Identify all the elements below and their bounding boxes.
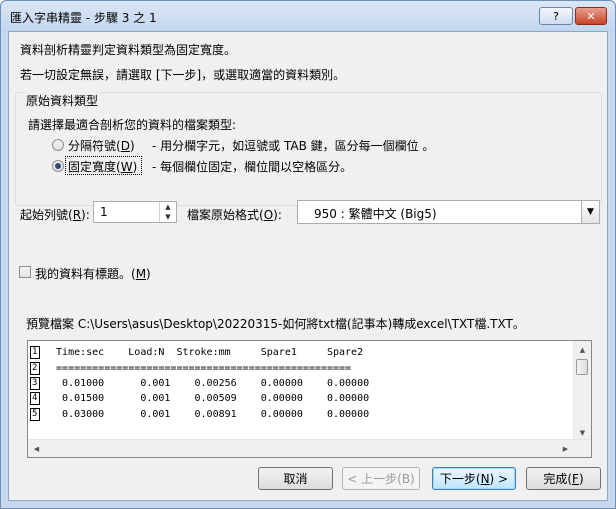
title-bar[interactable]: 匯入字串精靈 - 步驟 3 之 1 ? ✕ <box>1 1 615 31</box>
preview-row: 2 ======================================… <box>30 362 352 375</box>
finish-button[interactable]: 完成(F) <box>526 467 601 490</box>
group-label: 原始資料類型 <box>24 92 101 109</box>
preview-row: 3 0.01000 0.001 0.00256 0.00000 0.00000 <box>30 377 370 390</box>
cancel-button[interactable]: 取消 <box>258 467 333 490</box>
preview-pane[interactable]: 1 Time:sec Load:N Stroke:mm Spare1 Spare… <box>27 340 592 458</box>
file-origin-value: 950 : 繁體中文 (Big5) <box>314 207 437 221</box>
close-button[interactable]: ✕ <box>575 7 607 25</box>
file-type-prompt: 請選擇最適合剖析您的資料的檔案類型: <box>28 118 237 132</box>
fixed-width-description: - 每個欄位固定，欄位間以空格區分。 <box>152 160 353 174</box>
preview-label: 預覽檔案 C:\Users\asus\Desktop\20220315-如何將t… <box>26 317 525 331</box>
start-row-value: 1 <box>100 205 108 219</box>
start-row-label: 起始列號(R): <box>20 208 90 222</box>
window-title: 匯入字串精靈 - 步驟 3 之 1 <box>10 11 157 25</box>
close-icon: ✕ <box>586 9 596 23</box>
preview-row: 4 0.01500 0.001 0.00509 0.00000 0.00000 <box>30 392 370 405</box>
help-icon: ? <box>553 9 559 23</box>
vertical-scroll-thumb[interactable] <box>576 359 588 375</box>
intro-line-1: 資料剖析精靈判定資料類型為固定寬度。 <box>20 43 237 57</box>
import-wizard-window: 匯入字串精靈 - 步驟 3 之 1 ? ✕ 資料剖析精靈判定資料類型為固定寬度。… <box>0 0 616 509</box>
horizontal-scrollbar[interactable]: ◀ ▶ <box>28 439 591 457</box>
scroll-left-icon[interactable]: ◀ <box>28 440 45 457</box>
dialog-client-area: 資料剖析精靈判定資料類型為固定寬度。 若一切設定無誤，請選取 [下一步]，或選取… <box>8 31 608 501</box>
next-button[interactable]: 下一步(N) > <box>432 467 516 490</box>
help-button[interactable]: ? <box>539 7 573 25</box>
delimited-label[interactable]: 分隔符號(D) <box>68 137 135 154</box>
original-data-type-group: 原始資料類型 請選擇最適合剖析您的資料的檔案類型: 分隔符號(D) - 用分欄字… <box>15 92 602 206</box>
back-button[interactable]: < 上一步(B) <box>342 467 420 490</box>
intro-line-2: 若一切設定無誤，請選取 [下一步]，或選取適當的資料類別。 <box>20 68 346 82</box>
preview-row: 1 Time:sec Load:N Stroke:mm Spare1 Spare… <box>30 346 364 359</box>
file-origin-select[interactable]: 950 : 繁體中文 (Big5) ▼ <box>297 200 600 224</box>
preview-row: 5 0.03000 0.001 0.00891 0.00000 0.00000 <box>30 408 370 421</box>
chevron-down-icon[interactable]: ▼ <box>581 201 599 223</box>
headers-checkbox[interactable] <box>19 266 31 278</box>
scroll-up-icon[interactable]: ▲ <box>574 341 591 358</box>
start-row-stepper[interactable]: 1 ▲ ▼ <box>93 201 177 223</box>
file-origin-label: 檔案原始格式(O): <box>187 208 282 222</box>
fixed-width-label[interactable]: 固定寬度(W) <box>68 158 137 175</box>
stepper-down-icon[interactable]: ▼ <box>160 212 176 222</box>
vertical-scrollbar[interactable]: ▲ ▼ <box>573 341 591 441</box>
delimited-radio[interactable] <box>52 139 64 151</box>
fixed-width-radio[interactable] <box>52 160 64 172</box>
delimited-description: - 用分欄字元，如逗號或 TAB 鍵，區分每一個欄位 。 <box>152 139 435 153</box>
headers-checkbox-label[interactable]: 我的資料有標題。(M) <box>35 265 151 282</box>
stepper-buttons: ▲ ▼ <box>159 202 176 222</box>
scroll-right-icon[interactable]: ▶ <box>557 440 574 457</box>
stepper-up-icon[interactable]: ▲ <box>160 202 176 212</box>
